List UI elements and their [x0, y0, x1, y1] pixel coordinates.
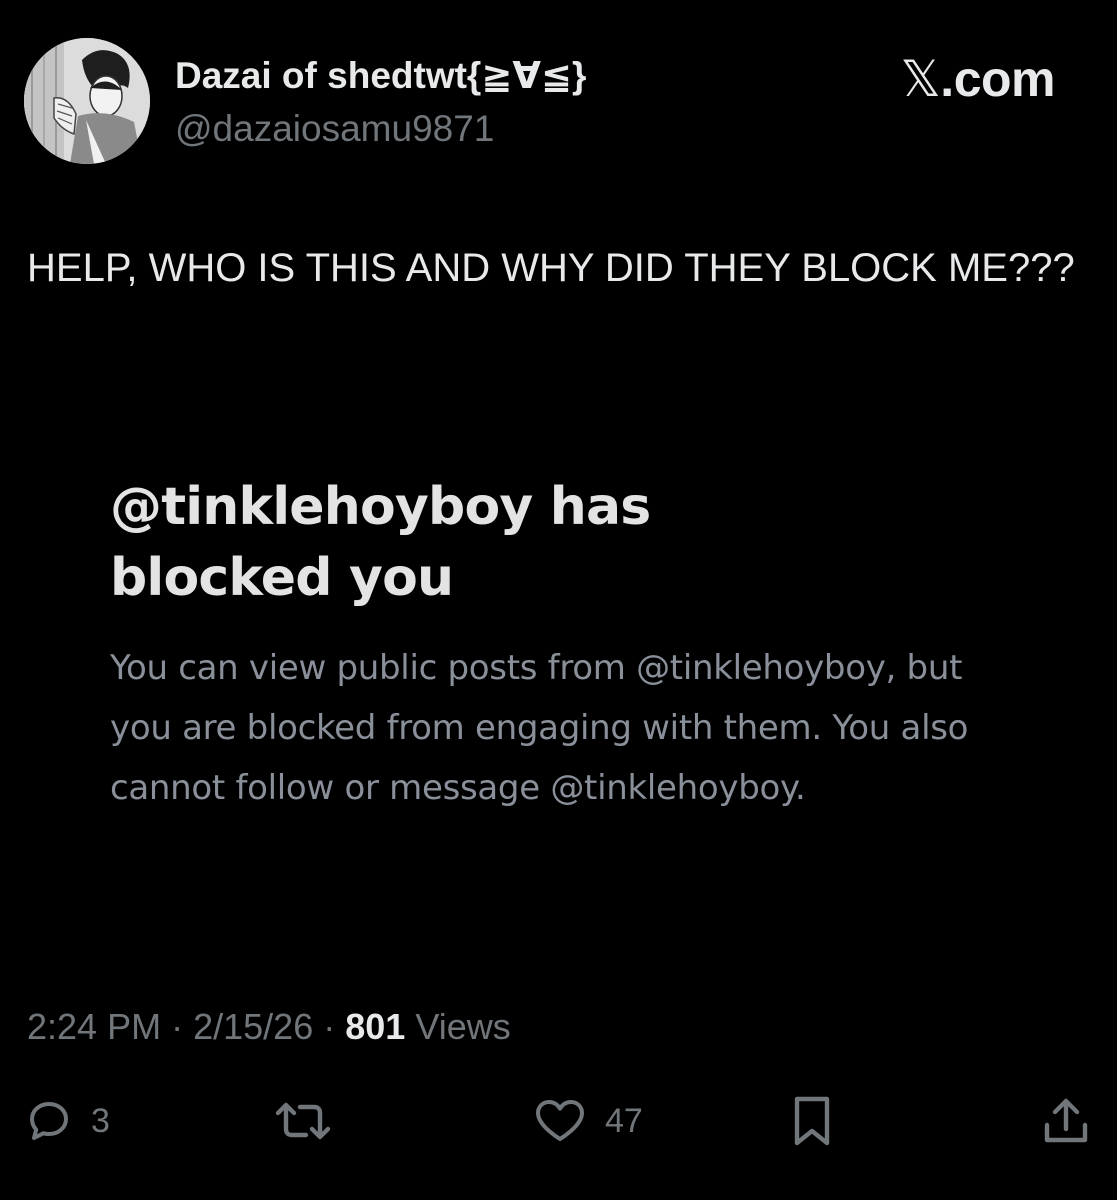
- meta-separator: ·: [323, 1006, 336, 1047]
- author-handle[interactable]: @dazaiosamu9871: [175, 108, 494, 150]
- reply-button[interactable]: 3: [25, 1093, 110, 1149]
- post-text: HELP, WHO IS THIS AND WHY DID THEY BLOCK…: [27, 246, 1075, 290]
- blocked-notice-title: @tinklehoyboy has blocked you: [110, 477, 651, 608]
- share-icon: [1044, 1098, 1088, 1143]
- bookmark-icon: [794, 1096, 830, 1146]
- reply-count: 3: [91, 1101, 110, 1140]
- embedded-screenshot: @tinklehoyboy has blocked you You can vi…: [110, 472, 1040, 818]
- post-date[interactable]: 2/15/26: [193, 1006, 313, 1047]
- avatar-image: [24, 38, 150, 164]
- heart-icon: [536, 1100, 584, 1141]
- x-logo-watermark: 𝕏.com: [901, 50, 1056, 108]
- blocked-notice-body: You can view public posts from @tinkleho…: [110, 648, 969, 808]
- reply-icon: [30, 1102, 68, 1140]
- views-count: 801: [345, 1006, 406, 1047]
- author-display-name[interactable]: Dazai of shedtwt{≧∀≦}: [175, 54, 586, 97]
- brand-domain: .com: [940, 51, 1055, 107]
- avatar[interactable]: [24, 38, 150, 164]
- views-label: Views: [415, 1006, 511, 1047]
- post-time[interactable]: 2:24 PM: [27, 1006, 161, 1047]
- meta-separator: ·: [171, 1006, 184, 1047]
- post-meta: 2:24 PM · 2/15/26 · 801 Views: [27, 1006, 511, 1048]
- repost-button[interactable]: [272, 1093, 334, 1149]
- bookmark-button[interactable]: [790, 1093, 834, 1149]
- x-logo-icon: 𝕏: [900, 50, 941, 108]
- like-count: 47: [605, 1101, 643, 1140]
- share-button[interactable]: [1040, 1093, 1092, 1149]
- like-button[interactable]: 47: [533, 1093, 643, 1149]
- repost-icon: [275, 1102, 331, 1140]
